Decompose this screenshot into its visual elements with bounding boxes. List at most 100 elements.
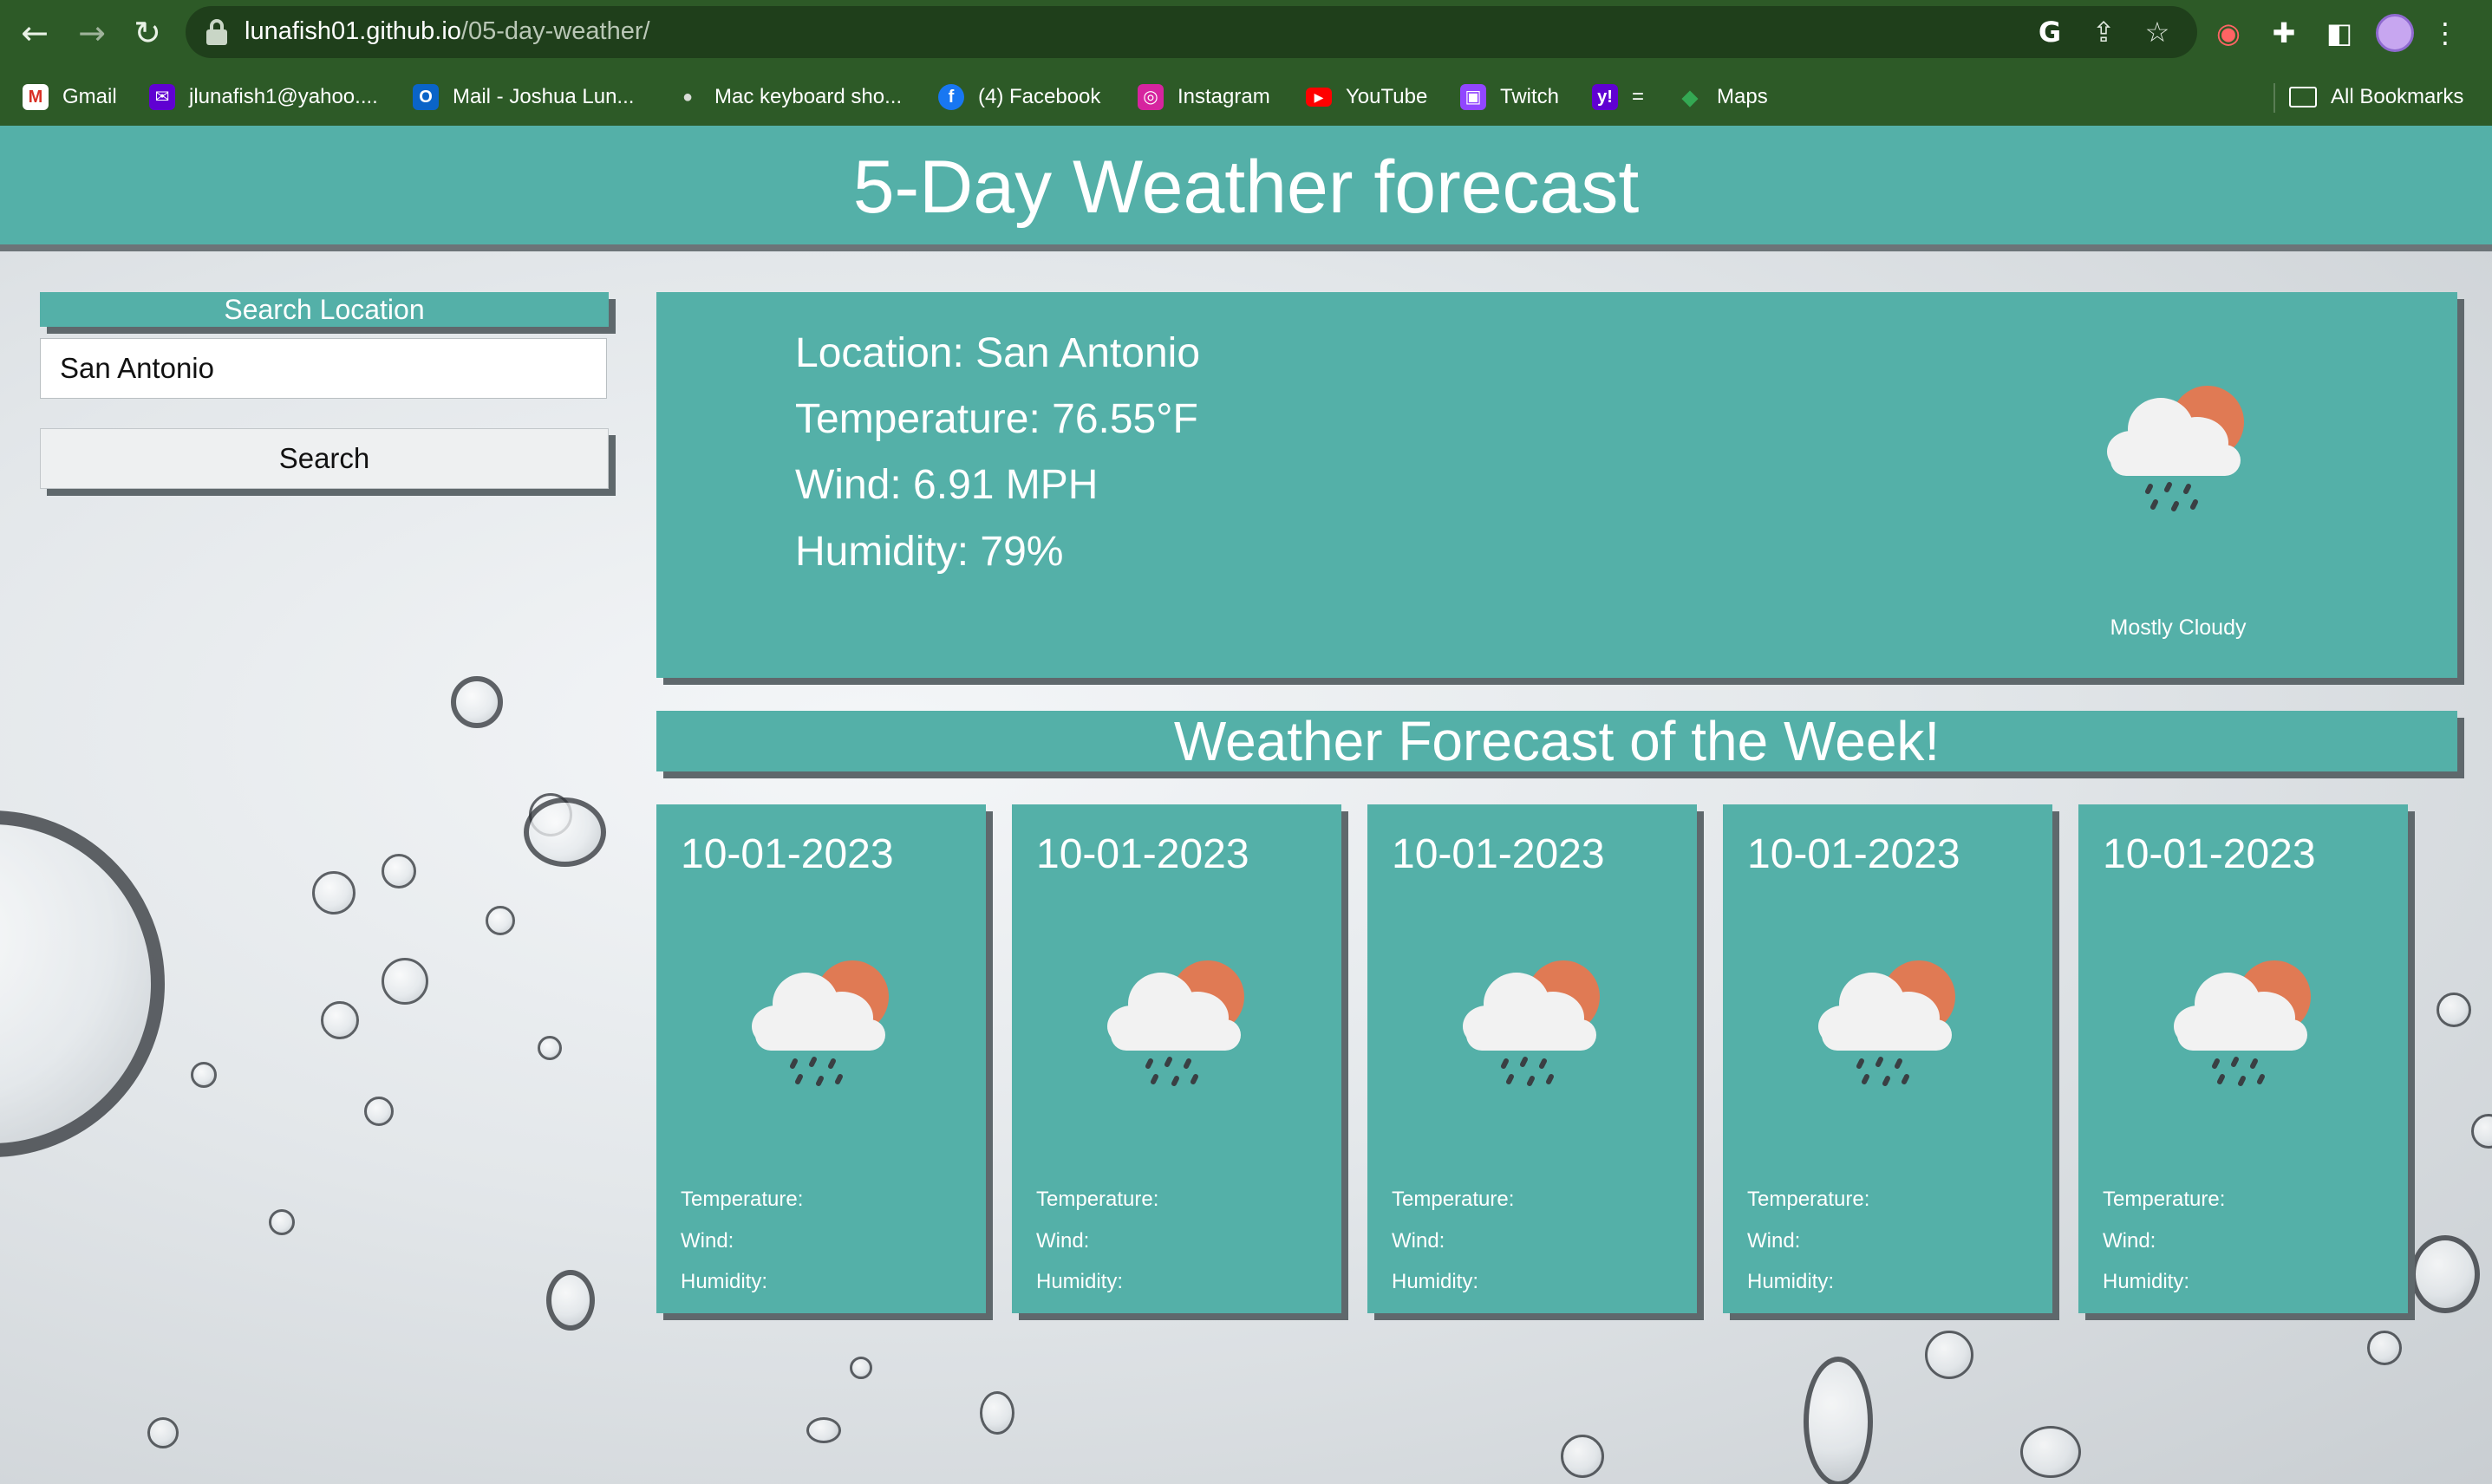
bookmark-yahoo-mail[interactable]: ✉ jlunafish1@yahoo.... (149, 76, 378, 118)
water-drop (147, 1417, 179, 1448)
forecast-card: 10-01-2023 Temperature: Wind: Humidity: (1367, 804, 1697, 1313)
water-drop (1804, 1357, 1873, 1484)
forecast-heading: Weather Forecast of the Week! (656, 711, 2457, 771)
water-drop (382, 854, 416, 888)
forecast-temperature: Temperature: (681, 1188, 804, 1211)
instagram-icon: ◎ (1138, 84, 1164, 110)
bookmark-mac-keyboard[interactable]: ● Mac keyboard sho... (675, 76, 902, 118)
water-drop (806, 1417, 841, 1443)
page-title: 5-Day Weather forecast (852, 146, 1640, 229)
forecast-card: 10-01-2023 Temperature: Wind: Humidity: (1012, 804, 1341, 1313)
share-icon[interactable]: ⇪ (2086, 15, 2121, 49)
water-drop (850, 1357, 872, 1379)
forecast-date: 10-01-2023 (1747, 831, 1960, 877)
bookmark-instagram[interactable]: ◎ Instagram (1138, 76, 1270, 118)
forecast-card: 10-01-2023 Temperature: Wind: Humidity: (656, 804, 986, 1313)
forward-icon[interactable]: → (73, 14, 111, 52)
forecast-humidity: Humidity: (681, 1270, 768, 1293)
water-drop (2437, 993, 2471, 1027)
cloud-sun-rain-icon (2107, 386, 2244, 511)
address-bar[interactable]: lunafish01.github.io/05-day-weather/ G ⇪ ☆ (186, 6, 2197, 58)
water-drop (486, 906, 515, 935)
star-icon[interactable]: ☆ (2140, 15, 2175, 49)
url-text[interactable]: lunafish01.github.io/05-day-weather/ (245, 17, 650, 46)
yahoo-icon: y! (1592, 84, 1618, 110)
water-drop (524, 797, 606, 867)
cloud-sun-rain-icon (1107, 960, 1244, 1086)
water-drop (364, 1097, 394, 1126)
bookmarks-divider (2273, 83, 2275, 113)
forecast-card: 10-01-2023 Temperature: Wind: Humidity: (1723, 804, 2052, 1313)
apple-icon: ● (682, 88, 694, 107)
water-drop (1561, 1435, 1604, 1478)
water-drop (2410, 1235, 2480, 1313)
profile-avatar[interactable] (2376, 14, 2414, 52)
water-drop (312, 871, 356, 914)
cloud-sun-rain-icon (1818, 960, 1955, 1086)
folder-icon (2289, 87, 2317, 107)
current-weather-panel: Location: San Antonio Temperature: 76.55… (656, 292, 2457, 678)
forecast-wind: Wind: (1747, 1229, 1801, 1253)
water-drop (980, 1391, 1014, 1435)
current-humidity: Humidity: 79% (795, 529, 1064, 575)
cloud-sun-rain-icon (2174, 960, 2311, 1086)
forecast-wind: Wind: (1036, 1229, 1090, 1253)
forecast-humidity: Humidity: (1747, 1270, 1835, 1293)
search-input[interactable] (40, 338, 607, 399)
back-icon[interactable]: ← (16, 14, 54, 52)
forecast-card: 10-01-2023 Temperature: Wind: Humidity: (2078, 804, 2408, 1313)
current-wind: Wind: 6.91 MPH (795, 462, 1099, 508)
forecast-date: 10-01-2023 (681, 831, 894, 877)
bookmark-twitch[interactable]: ▣ Twitch (1460, 76, 1559, 118)
outlook-icon: O (413, 84, 439, 110)
twitch-icon: ▣ (1460, 84, 1486, 110)
water-drop (1925, 1331, 1973, 1379)
water-drop (538, 1036, 562, 1060)
water-drop (2367, 1331, 2402, 1365)
water-drop (382, 958, 428, 1005)
forecast-humidity: Humidity: (2103, 1270, 2190, 1293)
gmail-icon: M (23, 84, 49, 110)
google-icon[interactable]: G (2032, 15, 2067, 49)
forecast-humidity: Humidity: (1036, 1270, 1124, 1293)
side-panel-icon[interactable]: ◧ (2320, 14, 2358, 52)
mail-icon: ✉ (149, 84, 175, 110)
browser-chrome: ← → ↻ lunafish01.github.io/05-day-weathe… (0, 0, 2492, 126)
forecast-wind: Wind: (2103, 1229, 2156, 1253)
cloud-sun-rain-icon (1463, 960, 1600, 1086)
youtube-icon: ▶ (1306, 88, 1332, 107)
reload-icon[interactable]: ↻ (128, 14, 166, 52)
page-header: 5-Day Weather forecast (0, 126, 2492, 251)
forecast-humidity: Humidity: (1392, 1270, 1479, 1293)
bookmark-yahoo[interactable]: y! = (1592, 76, 1644, 118)
current-temperature: Temperature: 76.55°F (795, 396, 1198, 442)
all-bookmarks-button[interactable]: All Bookmarks (2289, 76, 2463, 118)
forecast-date: 10-01-2023 (1036, 831, 1249, 877)
water-drop (0, 810, 165, 1157)
page-background: 5-Day Weather forecast Search Location S… (0, 126, 2492, 1484)
search-location-heading: Search Location (40, 292, 609, 327)
water-drop (2471, 1114, 2492, 1149)
forecast-wind: Wind: (681, 1229, 734, 1253)
bookmark-outlook[interactable]: O Mail - Joshua Lun... (413, 76, 634, 118)
bookmark-facebook[interactable]: f (4) Facebook (938, 76, 1100, 118)
water-drop (451, 676, 503, 728)
lock-icon[interactable] (206, 19, 227, 45)
forecast-temperature: Temperature: (1036, 1188, 1159, 1211)
current-location: Location: San Antonio (795, 330, 1201, 376)
forecast-wind: Wind: (1392, 1229, 1445, 1253)
bookmarks-bar: M Gmail ✉ jlunafish1@yahoo.... O Mail - Jos… (0, 76, 2492, 118)
search-button[interactable]: Search (40, 428, 609, 489)
forecast-temperature: Temperature: (2103, 1188, 2226, 1211)
kebab-menu-icon[interactable]: ⋮ (2431, 14, 2459, 52)
bookmark-youtube[interactable]: ▶ YouTube (1306, 76, 1427, 118)
record-extension-icon[interactable]: ◉ (2209, 14, 2247, 52)
extensions-puzzle-icon[interactable]: ✚ (2265, 14, 2303, 52)
forecast-date: 10-01-2023 (2103, 831, 2316, 877)
water-drop (191, 1062, 217, 1088)
bookmark-gmail[interactable]: M Gmail (23, 76, 117, 118)
bookmark-maps[interactable]: ⬥ Maps (1677, 76, 1768, 118)
maps-icon: ⬥ (1681, 84, 1699, 110)
water-drop (2020, 1426, 2081, 1478)
forecast-date: 10-01-2023 (1392, 831, 1605, 877)
